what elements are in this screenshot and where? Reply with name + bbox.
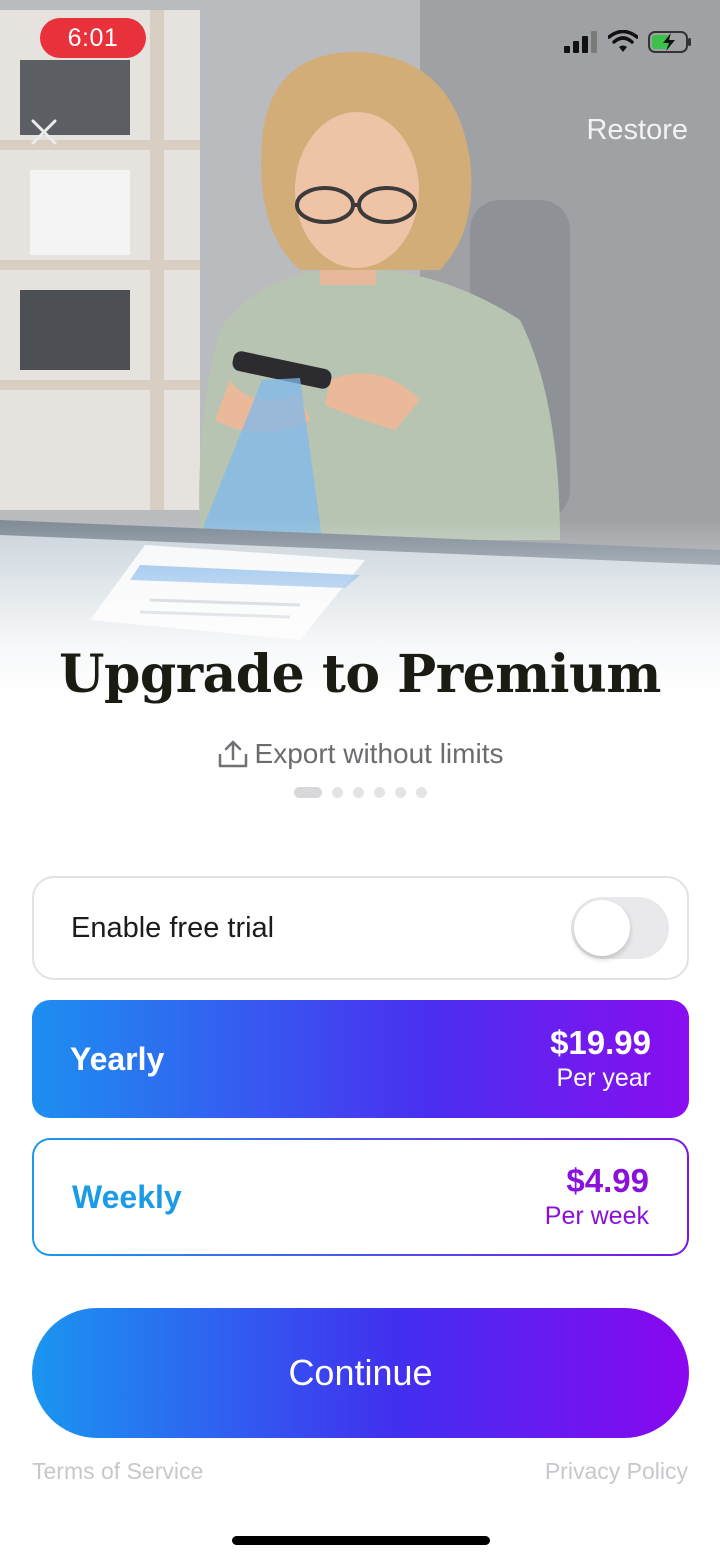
feature-caption: Export without limits — [0, 738, 720, 770]
page-dot[interactable] — [415, 787, 427, 798]
free-trial-toggle[interactable] — [571, 897, 669, 959]
carousel-page-indicator[interactable] — [0, 787, 720, 798]
free-trial-label: Enable free trial — [71, 911, 275, 944]
share-upload-icon — [218, 740, 247, 768]
privacy-policy-link[interactable]: Privacy Policy — [545, 1458, 688, 1485]
page-dot[interactable] — [394, 787, 406, 798]
plan-period: Per year — [556, 1064, 651, 1092]
plan-option-yearly[interactable]: Yearly $19.99 Per year — [32, 1000, 689, 1118]
page-dot-active[interactable] — [293, 787, 322, 798]
plan-price: $19.99 — [550, 1024, 651, 1061]
plan-name: Weekly — [72, 1178, 182, 1215]
restore-button[interactable]: Restore — [586, 114, 688, 147]
home-indicator — [232, 1536, 490, 1545]
battery-charging-icon — [648, 31, 691, 53]
toggle-knob — [574, 900, 630, 956]
plan-price: $4.99 — [566, 1162, 649, 1199]
page-dot[interactable] — [373, 787, 385, 798]
terms-of-service-link[interactable]: Terms of Service — [32, 1458, 203, 1485]
close-button[interactable] — [24, 112, 64, 152]
feature-text: Export without limits — [254, 738, 504, 769]
plan-price-block: $4.99 Per week — [545, 1162, 649, 1232]
plan-option-weekly[interactable]: Weekly $4.99 Per week — [32, 1138, 689, 1256]
hero-photo — [0, 0, 720, 700]
page-dot[interactable] — [352, 787, 364, 798]
page-dot[interactable] — [331, 787, 343, 798]
plan-price-block: $19.99 Per year — [550, 1024, 651, 1094]
status-time: 6:01 — [40, 18, 146, 58]
status-icons — [564, 26, 692, 58]
plan-name: Yearly — [70, 1040, 165, 1077]
plan-period: Per week — [544, 1202, 649, 1230]
continue-button[interactable]: Continue — [32, 1308, 689, 1438]
page-title: Upgrade to Premium — [59, 644, 661, 705]
wifi-icon — [608, 30, 638, 52]
close-icon — [31, 119, 57, 145]
cellular-signal-icon — [564, 31, 597, 53]
free-trial-row[interactable]: Enable free trial — [32, 876, 689, 980]
